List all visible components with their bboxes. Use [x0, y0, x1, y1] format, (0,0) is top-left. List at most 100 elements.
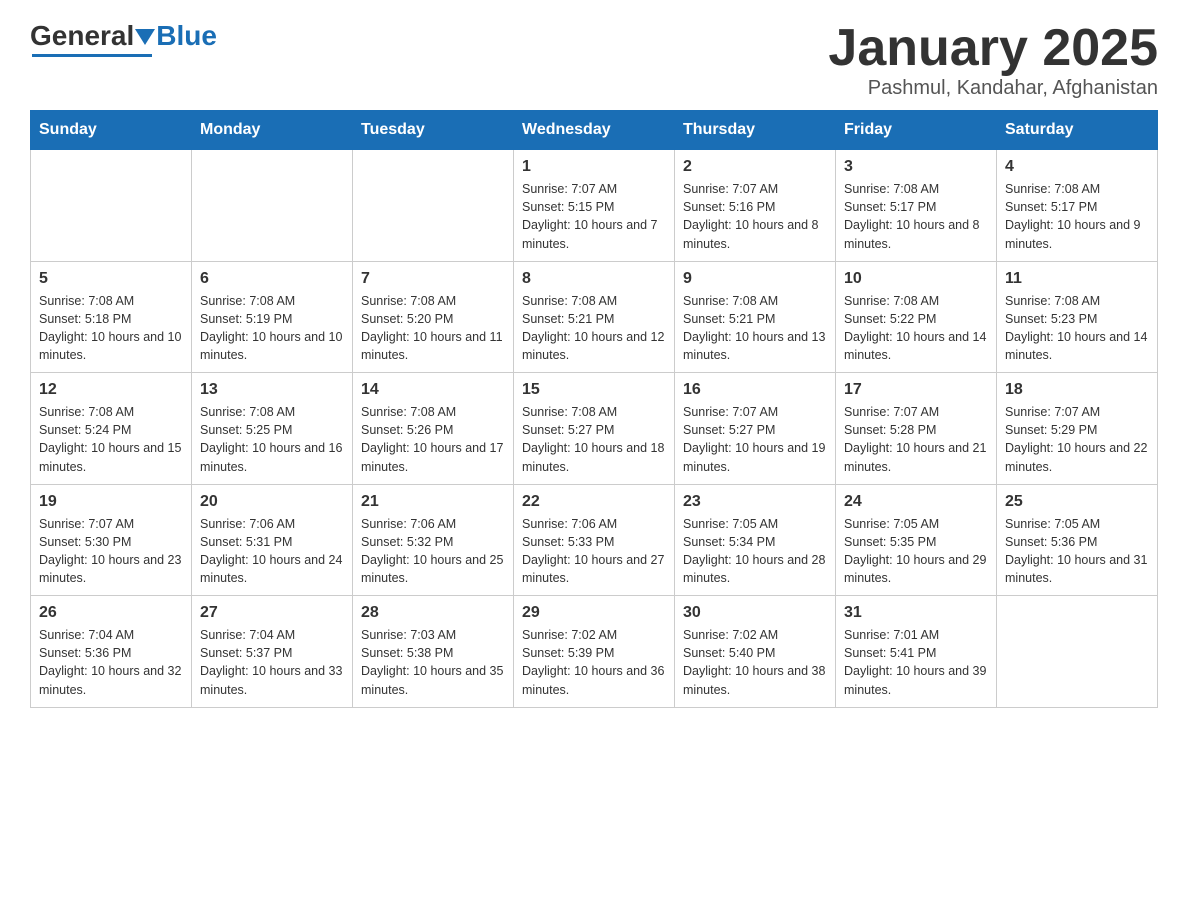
calendar-cell: 4 Sunrise: 7:08 AM Sunset: 5:17 PM Daylig…: [997, 150, 1158, 262]
calendar-cell: [31, 150, 192, 262]
calendar-header-monday: Monday: [192, 111, 353, 150]
day-info: Sunrise: 7:07 AM Sunset: 5:28 PM Dayligh…: [844, 403, 988, 476]
day-info: Sunrise: 7:08 AM Sunset: 5:19 PM Dayligh…: [200, 292, 344, 365]
calendar-cell: [353, 150, 514, 262]
calendar-cell: 25 Sunrise: 7:05 AM Sunset: 5:36 PM Dayli…: [997, 484, 1158, 596]
calendar-cell: 5Sunrise: 7:08 AM Sunset: 5:18 PM Daylig…: [31, 261, 192, 373]
calendar-week-2: 5Sunrise: 7:08 AM Sunset: 5:18 PM Daylig…: [31, 261, 1158, 373]
calendar-header-thursday: Thursday: [675, 111, 836, 150]
day-number: 26: [39, 604, 183, 622]
day-info: Sunrise: 7:01 AM Sunset: 5:41 PM Dayligh…: [844, 626, 988, 699]
day-info: Sunrise: 7:03 AM Sunset: 5:38 PM Dayligh…: [361, 626, 505, 699]
day-number: 1: [522, 158, 666, 176]
day-info: Sunrise: 7:08 AM Sunset: 5:21 PM Dayligh…: [683, 292, 827, 365]
calendar-header-wednesday: Wednesday: [514, 111, 675, 150]
calendar-cell: 20Sunrise: 7:06 AM Sunset: 5:31 PM Dayli…: [192, 484, 353, 596]
calendar-cell: 26 Sunrise: 7:04 AM Sunset: 5:36 PM Dayli…: [31, 596, 192, 708]
calendar-cell: 11 Sunrise: 7:08 AM Sunset: 5:23 PM Dayli…: [997, 261, 1158, 373]
calendar-week-3: 12 Sunrise: 7:08 AM Sunset: 5:24 PM Dayli…: [31, 373, 1158, 485]
day-info: Sunrise: 7:08 AM Sunset: 5:20 PM Dayligh…: [361, 292, 505, 365]
calendar-cell: 7 Sunrise: 7:08 AM Sunset: 5:20 PM Daylig…: [353, 261, 514, 373]
day-info: Sunrise: 7:08 AM Sunset: 5:17 PM Dayligh…: [844, 180, 988, 253]
day-number: 17: [844, 381, 988, 399]
day-info: Sunrise: 7:05 AM Sunset: 5:36 PM Dayligh…: [1005, 515, 1149, 588]
day-number: 14: [361, 381, 505, 399]
day-info: Sunrise: 7:08 AM Sunset: 5:23 PM Dayligh…: [1005, 292, 1149, 365]
day-number: 3: [844, 158, 988, 176]
day-info: Sunrise: 7:08 AM Sunset: 5:24 PM Dayligh…: [39, 403, 183, 476]
calendar-header-friday: Friday: [836, 111, 997, 150]
day-info: Sunrise: 7:07 AM Sunset: 5:30 PM Dayligh…: [39, 515, 183, 588]
day-info: Sunrise: 7:08 AM Sunset: 5:26 PM Dayligh…: [361, 403, 505, 476]
day-number: 24: [844, 493, 988, 511]
calendar-week-4: 19Sunrise: 7:07 AM Sunset: 5:30 PM Dayli…: [31, 484, 1158, 596]
calendar-body: 1Sunrise: 7:07 AM Sunset: 5:15 PM Daylig…: [31, 150, 1158, 708]
day-info: Sunrise: 7:07 AM Sunset: 5:27 PM Dayligh…: [683, 403, 827, 476]
calendar-cell: 21Sunrise: 7:06 AM Sunset: 5:32 PM Dayli…: [353, 484, 514, 596]
day-info: Sunrise: 7:08 AM Sunset: 5:25 PM Dayligh…: [200, 403, 344, 476]
day-info: Sunrise: 7:02 AM Sunset: 5:39 PM Dayligh…: [522, 626, 666, 699]
day-number: 27: [200, 604, 344, 622]
month-title: January 2025: [828, 20, 1158, 77]
calendar-week-5: 26 Sunrise: 7:04 AM Sunset: 5:36 PM Dayli…: [31, 596, 1158, 708]
day-number: 6: [200, 270, 344, 288]
day-number: 5: [39, 270, 183, 288]
day-info: Sunrise: 7:07 AM Sunset: 5:16 PM Dayligh…: [683, 180, 827, 253]
day-number: 16: [683, 381, 827, 399]
day-info: Sunrise: 7:06 AM Sunset: 5:33 PM Dayligh…: [522, 515, 666, 588]
calendar-cell: 2 Sunrise: 7:07 AM Sunset: 5:16 PM Daylig…: [675, 150, 836, 262]
day-info: Sunrise: 7:07 AM Sunset: 5:29 PM Dayligh…: [1005, 403, 1149, 476]
day-number: 30: [683, 604, 827, 622]
day-number: 4: [1005, 158, 1149, 176]
day-info: Sunrise: 7:06 AM Sunset: 5:32 PM Dayligh…: [361, 515, 505, 588]
calendar-cell: 18 Sunrise: 7:07 AM Sunset: 5:29 PM Dayli…: [997, 373, 1158, 485]
calendar-cell: 27 Sunrise: 7:04 AM Sunset: 5:37 PM Dayli…: [192, 596, 353, 708]
location: Pashmul, Kandahar, Afghanistan: [828, 77, 1158, 100]
title-block: January 2025 Pashmul, Kandahar, Afghanis…: [828, 20, 1158, 100]
calendar-cell: 16 Sunrise: 7:07 AM Sunset: 5:27 PM Dayli…: [675, 373, 836, 485]
calendar-cell: 19Sunrise: 7:07 AM Sunset: 5:30 PM Dayli…: [31, 484, 192, 596]
calendar-cell: 14 Sunrise: 7:08 AM Sunset: 5:26 PM Dayli…: [353, 373, 514, 485]
day-number: 13: [200, 381, 344, 399]
day-number: 28: [361, 604, 505, 622]
calendar-cell: 3 Sunrise: 7:08 AM Sunset: 5:17 PM Daylig…: [836, 150, 997, 262]
calendar-cell: 28 Sunrise: 7:03 AM Sunset: 5:38 PM Dayli…: [353, 596, 514, 708]
day-number: 15: [522, 381, 666, 399]
calendar-header-tuesday: Tuesday: [353, 111, 514, 150]
day-info: Sunrise: 7:05 AM Sunset: 5:34 PM Dayligh…: [683, 515, 827, 588]
day-info: Sunrise: 7:04 AM Sunset: 5:36 PM Dayligh…: [39, 626, 183, 699]
logo-general-text: General: [30, 20, 134, 52]
calendar-cell: 30Sunrise: 7:02 AM Sunset: 5:40 PM Dayli…: [675, 596, 836, 708]
day-info: Sunrise: 7:08 AM Sunset: 5:27 PM Dayligh…: [522, 403, 666, 476]
calendar-cell: 22 Sunrise: 7:06 AM Sunset: 5:33 PM Dayli…: [514, 484, 675, 596]
calendar-cell: 1Sunrise: 7:07 AM Sunset: 5:15 PM Daylig…: [514, 150, 675, 262]
calendar-header-saturday: Saturday: [997, 111, 1158, 150]
day-number: 25: [1005, 493, 1149, 511]
calendar-header-sunday: Sunday: [31, 111, 192, 150]
day-number: 10: [844, 270, 988, 288]
day-number: 12: [39, 381, 183, 399]
page-header: General Blue January 2025 Pashmul, Kanda…: [30, 20, 1158, 100]
calendar-header-row: SundayMondayTuesdayWednesdayThursdayFrid…: [31, 111, 1158, 150]
day-number: 2: [683, 158, 827, 176]
calendar-cell: 10 Sunrise: 7:08 AM Sunset: 5:22 PM Dayli…: [836, 261, 997, 373]
calendar-cell: 31Sunrise: 7:01 AM Sunset: 5:41 PM Dayli…: [836, 596, 997, 708]
calendar-week-1: 1Sunrise: 7:07 AM Sunset: 5:15 PM Daylig…: [31, 150, 1158, 262]
day-number: 7: [361, 270, 505, 288]
day-info: Sunrise: 7:05 AM Sunset: 5:35 PM Dayligh…: [844, 515, 988, 588]
calendar-cell: 24 Sunrise: 7:05 AM Sunset: 5:35 PM Dayli…: [836, 484, 997, 596]
day-number: 18: [1005, 381, 1149, 399]
day-info: Sunrise: 7:08 AM Sunset: 5:17 PM Dayligh…: [1005, 180, 1149, 253]
logo-blue-text: Blue: [156, 20, 217, 52]
day-number: 8: [522, 270, 666, 288]
day-info: Sunrise: 7:08 AM Sunset: 5:22 PM Dayligh…: [844, 292, 988, 365]
day-number: 11: [1005, 270, 1149, 288]
logo: General Blue: [30, 20, 217, 57]
day-number: 29: [522, 604, 666, 622]
calendar-cell: 29 Sunrise: 7:02 AM Sunset: 5:39 PM Dayli…: [514, 596, 675, 708]
day-info: Sunrise: 7:06 AM Sunset: 5:31 PM Dayligh…: [200, 515, 344, 588]
day-number: 22: [522, 493, 666, 511]
calendar-cell: 13 Sunrise: 7:08 AM Sunset: 5:25 PM Dayli…: [192, 373, 353, 485]
calendar-cell: 9Sunrise: 7:08 AM Sunset: 5:21 PM Daylig…: [675, 261, 836, 373]
day-info: Sunrise: 7:04 AM Sunset: 5:37 PM Dayligh…: [200, 626, 344, 699]
